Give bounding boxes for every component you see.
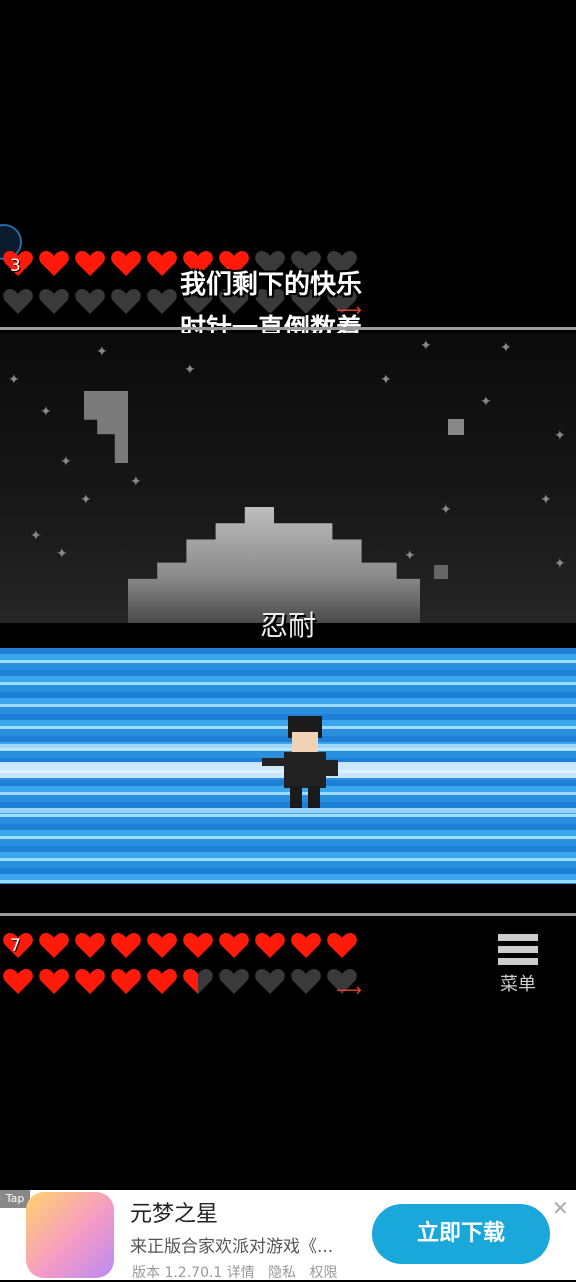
heart-icon bbox=[219, 933, 249, 958]
heart-icon bbox=[147, 251, 177, 276]
heart-icon bbox=[39, 251, 69, 276]
star-icon: ✦ bbox=[404, 548, 416, 564]
battle-subtitle: 忍耐 bbox=[259, 609, 316, 642]
attack-beam bbox=[0, 648, 576, 884]
star-icon: ✦ bbox=[80, 492, 92, 508]
star-icon: ✦ bbox=[380, 372, 392, 388]
heart-icon bbox=[39, 969, 69, 994]
player-character bbox=[262, 716, 342, 810]
star-icon: ✦ bbox=[420, 338, 432, 354]
ad-banner[interactable]: Tap 元梦之星 来正版合家欢派对游戏《... 版本 1.2.70.1 详情 隐… bbox=[0, 1190, 576, 1281]
menu-button[interactable]: 菜单 bbox=[494, 930, 542, 1002]
star-icon: ✦ bbox=[554, 428, 566, 444]
heart-icon bbox=[147, 969, 177, 994]
heart-icon bbox=[39, 289, 69, 314]
ad-title[interactable]: 元梦之星 bbox=[130, 1196, 218, 1228]
menu-icon bbox=[494, 930, 542, 965]
ad-description: 来正版合家欢派对游戏《... bbox=[130, 1237, 334, 1257]
close-icon[interactable]: ✕ bbox=[552, 1196, 569, 1220]
player-hp-count: 7 bbox=[10, 936, 21, 956]
enemy-divider bbox=[0, 327, 576, 330]
heart-icon bbox=[75, 289, 105, 314]
heart-icon bbox=[3, 969, 33, 994]
heart-icon bbox=[291, 969, 321, 994]
star-icon: ✦ bbox=[30, 528, 42, 544]
heart-icon bbox=[75, 933, 105, 958]
heart-icon bbox=[147, 933, 177, 958]
heart-icon bbox=[327, 933, 357, 958]
star-icon: ✦ bbox=[184, 362, 196, 378]
player-hp-row-1 bbox=[2, 930, 358, 960]
star-icon: ✦ bbox=[96, 344, 108, 360]
menu-label: 菜单 bbox=[500, 974, 536, 995]
star-icon: ✦ bbox=[60, 454, 72, 470]
star-icon: ✦ bbox=[500, 340, 512, 356]
heart-icon bbox=[111, 289, 141, 314]
player-divider bbox=[0, 913, 576, 916]
heart-icon bbox=[147, 289, 177, 314]
star-icon: ✦ bbox=[130, 474, 142, 490]
heart-icon bbox=[183, 969, 213, 994]
enemy-arrow-icon: ⟶ bbox=[336, 300, 362, 321]
star-icon: ✦ bbox=[40, 404, 52, 420]
heart-icon bbox=[219, 969, 249, 994]
enemy-hp-count: 3 bbox=[10, 256, 21, 276]
star-icon: ✦ bbox=[540, 492, 552, 508]
star-icon: ✦ bbox=[554, 556, 566, 572]
heart-icon bbox=[183, 933, 213, 958]
enemy-scene: ✦ ✦ ✦ ✦ ✦ ✦ ✦ ✦ ✦ ✦ ✦ ✦ ✦ ✦ ✦ ✦ ✦ ✦ bbox=[0, 333, 576, 623]
heart-icon bbox=[111, 969, 141, 994]
ad-app-icon[interactable] bbox=[26, 1192, 114, 1278]
heart-icon bbox=[291, 933, 321, 958]
star-icon: ✦ bbox=[56, 546, 68, 562]
download-button[interactable]: 立即下载 bbox=[372, 1204, 550, 1264]
lyrics-line-1: 我们剩下的快乐 bbox=[180, 270, 363, 300]
player-arrow-icon: ⟶ bbox=[336, 980, 362, 1001]
heart-icon bbox=[75, 969, 105, 994]
heart-icon bbox=[255, 969, 285, 994]
heart-icon bbox=[111, 933, 141, 958]
ad-meta: 版本 1.2.70.1 详情 隐私 权限 bbox=[132, 1265, 338, 1281]
heart-icon bbox=[255, 933, 285, 958]
star-icon: ✦ bbox=[440, 502, 452, 518]
star-icon: ✦ bbox=[480, 394, 492, 410]
heart-icon bbox=[39, 933, 69, 958]
small-rock bbox=[434, 565, 448, 579]
heart-icon bbox=[111, 251, 141, 276]
small-rock bbox=[448, 419, 464, 435]
player-hp-row-2 bbox=[2, 966, 358, 996]
star-icon: ✦ bbox=[8, 372, 20, 388]
heart-icon bbox=[3, 289, 33, 314]
moon bbox=[84, 391, 128, 463]
heart-icon bbox=[75, 251, 105, 276]
